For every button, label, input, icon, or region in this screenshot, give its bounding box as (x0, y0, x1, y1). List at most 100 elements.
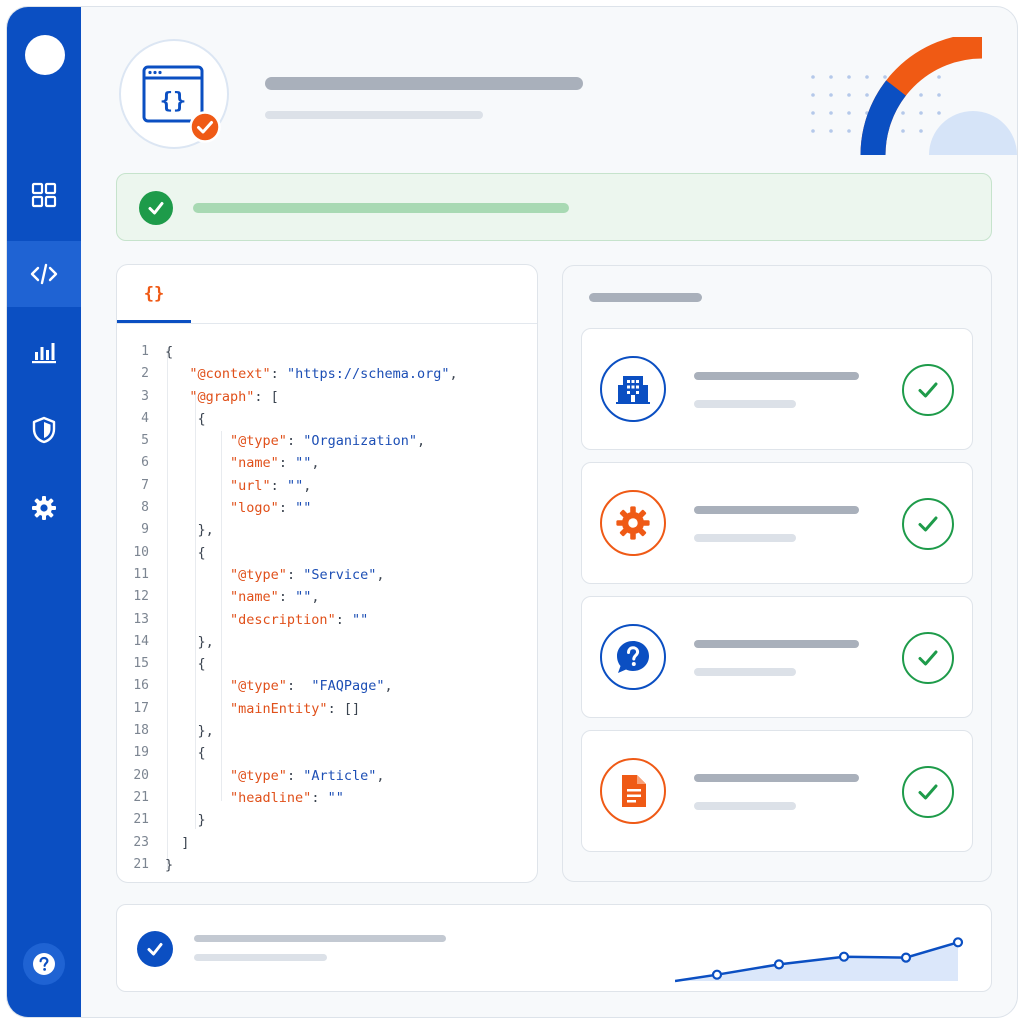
code-text: { (165, 344, 174, 360)
sidebar-item-dashboard[interactable] (7, 162, 81, 228)
code-line: 15 { (117, 653, 537, 675)
card-subtitle-placeholder (694, 668, 796, 676)
code-text: } (165, 856, 174, 873)
check-card-organization[interactable] (581, 328, 973, 450)
line-number: 14 (133, 633, 149, 649)
line-number: 4 (141, 410, 149, 426)
code-line: 18 }, (117, 720, 537, 742)
code-text: { (165, 745, 206, 762)
trend-point (900, 952, 912, 963)
line-number: 15 (133, 656, 149, 672)
code-text: }, (165, 633, 214, 650)
code-line: 10 { (117, 542, 537, 564)
logo[interactable] (25, 35, 65, 75)
check-card-service[interactable] (581, 462, 973, 584)
code-text: { (165, 656, 206, 673)
sidebar-item-settings[interactable] (7, 475, 81, 541)
line-number: 8 (141, 500, 149, 516)
card-title-placeholder (694, 506, 859, 514)
help-icon (33, 953, 55, 975)
code-line: 8 "logo": "" (117, 497, 537, 519)
trend-point (952, 937, 964, 948)
card-subtitle-placeholder (694, 802, 796, 810)
banner-message-placeholder (193, 203, 569, 213)
header-title-placeholder (265, 77, 583, 90)
card-subtitle-placeholder (694, 400, 796, 408)
code-icon (30, 263, 58, 285)
tab-divider (117, 323, 537, 324)
code-line: 6 "name": "", (117, 452, 537, 474)
validation-success-banner (116, 173, 992, 241)
sidebar-item-security[interactable] (7, 397, 81, 463)
line-number: 1 (141, 344, 149, 359)
line-number: 6 (141, 455, 149, 471)
card-title-placeholder (694, 774, 859, 782)
help-button[interactable] (23, 943, 65, 985)
sidebar (7, 7, 81, 1017)
trend-point (773, 959, 785, 970)
footer-subtitle-placeholder (194, 954, 327, 961)
line-number: 16 (133, 678, 149, 694)
code-text: "name": "", (230, 589, 320, 606)
code-text: "mainEntity": [] (230, 700, 361, 717)
code-text: "@type": "FAQPage", (230, 678, 393, 695)
code-line: 1{ (117, 341, 537, 363)
code-line: 3 "@graph": [ (117, 386, 537, 408)
code-line: 2 "@context": "https://schema.org", (117, 363, 537, 385)
svg-text:{}: {} (160, 89, 187, 114)
line-number: 2 (141, 366, 149, 382)
tab-json[interactable]: {} (117, 265, 191, 323)
code-editor-panel[interactable]: {} 1{2 "@context": "https://schema.org",… (116, 264, 538, 883)
code-line: 21 } (117, 809, 537, 831)
question-bubble-icon (600, 624, 666, 690)
code-text: { (165, 544, 206, 561)
code-line: 17 "mainEntity": [] (117, 698, 537, 720)
line-number: 21 (133, 789, 149, 805)
code-line: 16 "@type": "FAQPage", (117, 675, 537, 697)
valid-check-icon[interactable] (902, 364, 954, 416)
trend-point (838, 951, 850, 962)
building-icon (600, 356, 666, 422)
gear-icon (600, 490, 666, 556)
check-card-faq[interactable] (581, 596, 973, 718)
code-line: 19 { (117, 742, 537, 764)
code-lines: 1{2 "@context": "https://schema.org", 3 "… (117, 341, 537, 876)
sidebar-item-code[interactable] (7, 241, 81, 307)
line-number: 3 (141, 388, 149, 404)
sidebar-item-analytics[interactable] (7, 319, 81, 385)
line-number: 13 (133, 611, 149, 627)
code-text: }, (165, 723, 214, 740)
code-text: "@type": "Service", (230, 566, 385, 583)
line-number: 21 (133, 812, 149, 828)
code-line: 21 "headline": "" (117, 787, 537, 809)
line-number: 23 (133, 834, 149, 850)
line-number: 10 (133, 544, 149, 560)
code-line: 9 }, (117, 519, 537, 541)
footer-title-placeholder (194, 935, 446, 942)
code-line: 7 "url": "", (117, 475, 537, 497)
code-line: 11 "@type": "Service", (117, 564, 537, 586)
code-line: 23 ] (117, 832, 537, 854)
code-line: 21} (117, 854, 537, 876)
code-text: "description": "" (230, 611, 369, 628)
valid-check-icon[interactable] (902, 498, 954, 550)
header-decoration (811, 37, 1017, 155)
trend-point (711, 969, 723, 980)
code-text: "@graph": [ (189, 388, 279, 405)
code-line: 14 }, (117, 631, 537, 653)
line-number: 18 (133, 723, 149, 739)
line-number: 21 (133, 856, 149, 872)
trend-sparkline (675, 937, 964, 983)
summary-footer (116, 904, 992, 992)
code-line: 13 "description": "" (117, 609, 537, 631)
card-subtitle-placeholder (694, 534, 796, 542)
valid-check-icon[interactable] (902, 766, 954, 818)
check-card-article[interactable] (581, 730, 973, 852)
card-title-placeholder (694, 372, 859, 380)
code-text: ] (165, 834, 190, 851)
document-icon (600, 758, 666, 824)
shield-icon (32, 416, 56, 444)
code-line: 4 { (117, 408, 537, 430)
valid-check-icon[interactable] (902, 632, 954, 684)
check-circle-icon (139, 191, 173, 225)
